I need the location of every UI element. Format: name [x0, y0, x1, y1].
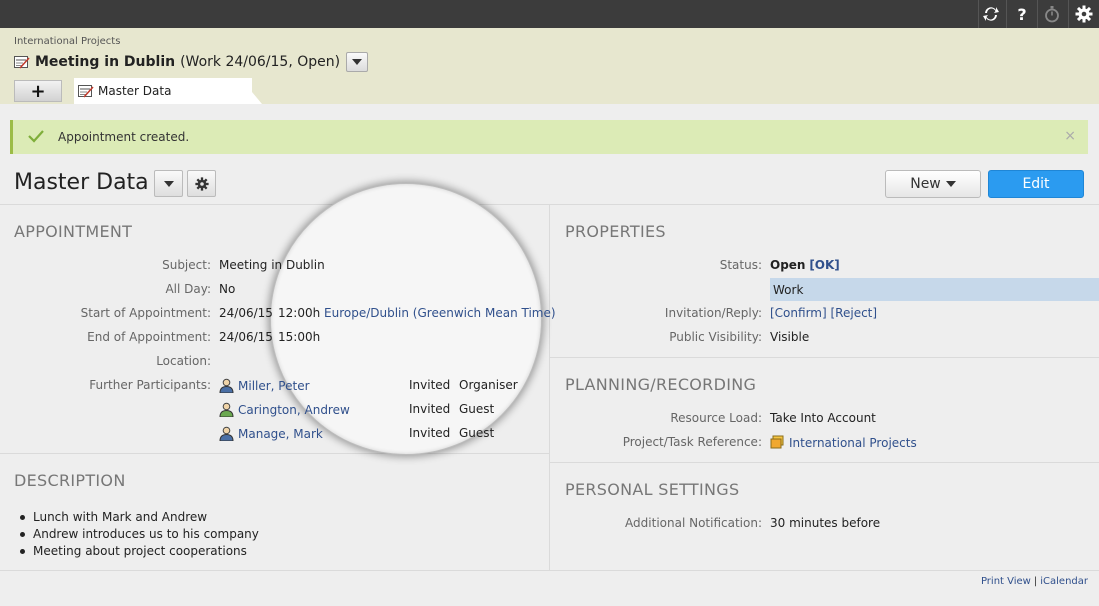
- sync-icon[interactable]: [976, 0, 1006, 28]
- description-list: Lunch with Mark and Andrew Andrew introd…: [18, 509, 259, 560]
- allday-value: No: [219, 282, 236, 296]
- notification-label: Additional Notification:: [625, 516, 762, 530]
- project-reference: International Projects: [770, 435, 917, 450]
- tab-master-data[interactable]: Master Data: [74, 78, 252, 104]
- footer-separator: |: [1033, 576, 1038, 587]
- record-header: International Projects Meeting in Dublin…: [0, 28, 1099, 104]
- record-title: Meeting in Dublin (Work 24/06/15, Open): [14, 52, 369, 72]
- appointment-icon: [78, 85, 94, 98]
- new-button[interactable]: New: [885, 170, 981, 198]
- project-folder-icon: [770, 435, 784, 449]
- status-value: Open: [770, 258, 806, 272]
- project-link[interactable]: International Projects: [789, 436, 917, 450]
- start-date: 24/06/15: [219, 306, 273, 320]
- chevron-down-icon: [945, 181, 956, 187]
- invitation-label: Invitation/Reply:: [664, 306, 762, 320]
- participant-row: Manage, Mark: [219, 426, 323, 441]
- print-view-link[interactable]: Print View: [981, 576, 1031, 587]
- invitation-links: [Confirm] [Reject]: [770, 306, 877, 320]
- help-icon[interactable]: ?: [1007, 0, 1037, 28]
- reject-link[interactable]: [Reject]: [831, 306, 878, 320]
- end-label: End of Appointment:: [87, 330, 211, 344]
- participant-link[interactable]: Carington, Andrew: [238, 403, 350, 417]
- section-title-personal: PERSONAL SETTINGS: [565, 480, 740, 499]
- footer-links: Print View | iCalendar: [981, 576, 1088, 587]
- stopwatch-icon[interactable]: [1037, 0, 1067, 28]
- section-title-description: DESCRIPTION: [14, 471, 126, 490]
- edit-button[interactable]: Edit: [988, 170, 1084, 198]
- participant-status: Invited: [409, 426, 451, 440]
- divider: [0, 453, 549, 454]
- participant-status: Invited: [409, 402, 451, 416]
- end-time: 15:00h: [278, 330, 321, 344]
- list-item: Andrew introduces us to his company: [18, 526, 259, 543]
- participant-role: Guest: [459, 426, 495, 440]
- add-tab-button[interactable]: +: [14, 80, 62, 102]
- status-label: Status:: [719, 258, 762, 272]
- divider: [0, 570, 1099, 571]
- section-title-planning: PLANNING/RECORDING: [565, 375, 757, 394]
- view-dropdown-button[interactable]: [154, 170, 183, 197]
- view-settings-button[interactable]: [187, 170, 216, 197]
- start-time: 12:00h: [278, 306, 321, 320]
- person-icon: [219, 378, 234, 393]
- timezone-link[interactable]: Europe/Dublin (Greenwich Mean Time): [324, 306, 556, 320]
- tab-notch: [252, 92, 262, 104]
- icalendar-link[interactable]: iCalendar: [1040, 576, 1088, 587]
- allday-label: All Day:: [165, 282, 211, 296]
- alert-message: Appointment created.: [58, 130, 190, 144]
- section-title-appointment: APPOINTMENT: [14, 222, 133, 241]
- end-date: 24/06/15: [219, 330, 273, 344]
- record-title-text: Meeting in Dublin: [35, 54, 176, 70]
- success-alert: Appointment created. ×: [10, 120, 1088, 154]
- close-icon[interactable]: ×: [1064, 128, 1076, 144]
- participant-row: Carington, Andrew: [219, 402, 350, 417]
- divider: [550, 357, 1099, 358]
- breadcrumb[interactable]: International Projects: [14, 36, 120, 47]
- divider: [550, 462, 1099, 463]
- section-title-properties: PROPERTIES: [565, 222, 666, 241]
- participant-link[interactable]: Manage, Mark: [238, 427, 323, 441]
- subject-label: Subject:: [162, 258, 211, 272]
- category-badge: Work: [770, 278, 1099, 301]
- chevron-down-icon: [163, 180, 174, 187]
- participant-link[interactable]: Miller, Peter: [238, 379, 310, 393]
- person-icon: [219, 426, 234, 441]
- record-menu-dropdown-button[interactable]: [346, 52, 369, 72]
- subject-value: Meeting in Dublin: [219, 258, 325, 272]
- person-icon: [219, 402, 234, 417]
- resource-load-label: Resource Load:: [670, 411, 762, 425]
- participant-role: Guest: [459, 402, 495, 416]
- top-toolbar: ?: [0, 0, 1099, 28]
- checkmark-icon: [28, 130, 44, 143]
- chevron-down-icon: [352, 59, 363, 65]
- status-value-row: Open [OK]: [770, 258, 840, 272]
- gear-icon: [194, 176, 209, 191]
- list-item: Meeting about project cooperations: [18, 543, 259, 560]
- status-ok-link[interactable]: [OK]: [809, 258, 839, 272]
- participant-role: Organiser: [459, 378, 518, 392]
- location-label: Location:: [156, 354, 211, 368]
- participant-row: Miller, Peter: [219, 378, 310, 393]
- visibility-value: Visible: [770, 330, 810, 344]
- start-label: Start of Appointment:: [80, 306, 211, 320]
- tab-label: Master Data: [98, 84, 172, 98]
- new-button-label: New: [910, 176, 941, 192]
- resource-load-value: Take Into Account: [770, 411, 876, 425]
- page-title: Master Data: [14, 170, 149, 195]
- notification-value: 30 minutes before: [770, 516, 881, 530]
- visibility-label: Public Visibility:: [669, 330, 762, 344]
- participant-status: Invited: [409, 378, 451, 392]
- appointment-icon: [14, 56, 30, 69]
- participants-label: Further Participants:: [89, 378, 211, 392]
- list-item: Lunch with Mark and Andrew: [18, 509, 259, 526]
- settings-gear-icon[interactable]: [1069, 0, 1099, 28]
- confirm-link[interactable]: [Confirm]: [770, 306, 827, 320]
- project-reference-label: Project/Task Reference:: [622, 435, 762, 449]
- record-subtitle: (Work 24/06/15, Open): [180, 54, 341, 70]
